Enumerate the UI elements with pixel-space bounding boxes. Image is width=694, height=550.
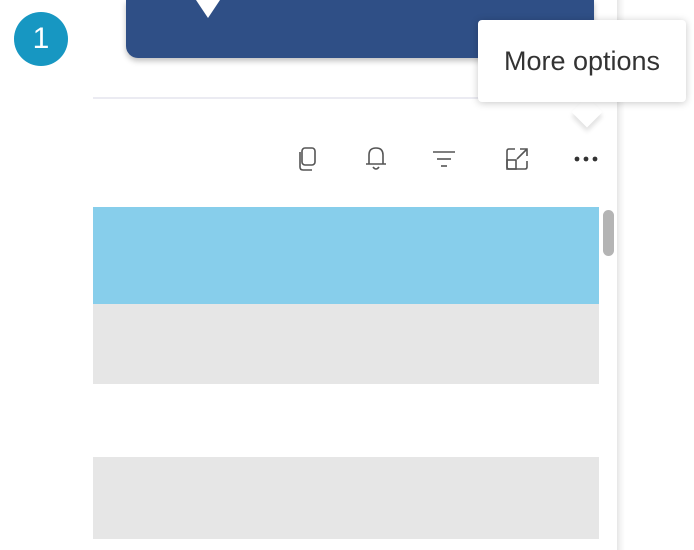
table-row[interactable]	[93, 384, 599, 457]
vertical-scrollbar[interactable]	[600, 207, 617, 539]
bell-icon	[364, 145, 388, 173]
copy-icon	[297, 146, 319, 172]
table-row[interactable]	[93, 457, 599, 539]
filter-icon	[431, 147, 457, 171]
step-number-badge: 1	[14, 12, 68, 66]
tooltip-text: More options	[503, 45, 661, 76]
more-options-tooltip: More options	[478, 20, 686, 102]
left-strip	[0, 0, 93, 550]
more-options-button[interactable]	[572, 143, 600, 175]
copy-button[interactable]	[294, 143, 322, 175]
scrollbar-thumb[interactable]	[603, 210, 614, 256]
table-row-selected[interactable]	[93, 207, 599, 304]
focus-mode-button[interactable]	[503, 143, 531, 175]
header-card-notch	[196, 0, 220, 18]
expand-icon	[504, 146, 530, 172]
filter-button[interactable]	[430, 143, 458, 175]
table-row[interactable]	[93, 304, 599, 384]
more-options-icon	[572, 154, 600, 164]
subscribe-alert-button[interactable]	[362, 143, 390, 175]
